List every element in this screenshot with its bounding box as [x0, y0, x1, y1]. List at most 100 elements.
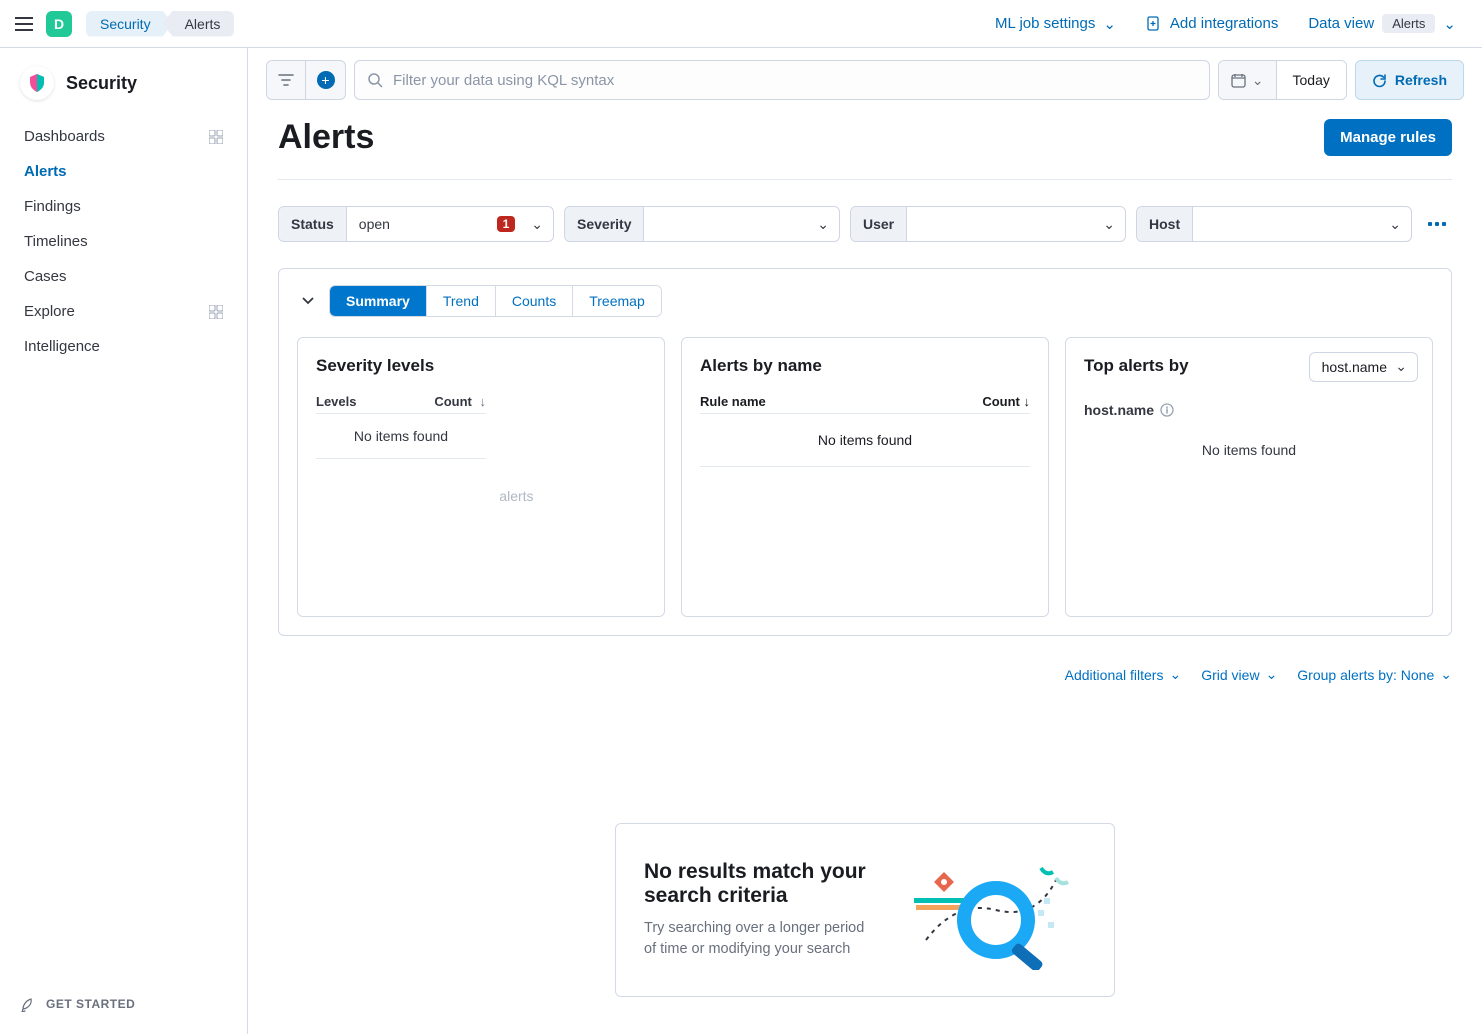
sidebar-item-dashboards[interactable]: Dashboards [14, 120, 233, 153]
byname-panel-title: Alerts by name [700, 356, 1030, 376]
sidebar-item-cases[interactable]: Cases [14, 260, 233, 293]
date-quick-button[interactable]: ⌄ [1219, 61, 1277, 99]
sidebar-item-label: Alerts [24, 163, 67, 180]
grid-icon [209, 305, 223, 319]
byname-empty: No items found [700, 413, 1030, 467]
host-filter[interactable]: Host ⌄ [1136, 206, 1412, 242]
severity-panel-title: Severity levels [316, 356, 646, 376]
manage-rules-button[interactable]: Manage rules [1324, 119, 1452, 156]
host-filter-label: Host [1137, 207, 1193, 241]
plus-document-icon [1146, 16, 1162, 32]
additional-filters-button[interactable]: Additional filters ⌄ [1065, 666, 1182, 683]
filter-icon [278, 73, 294, 87]
shield-icon [28, 73, 46, 93]
col-count[interactable]: Count ↓ [982, 394, 1030, 409]
status-filter[interactable]: Status open 1 ⌄ [278, 206, 554, 242]
tab-treemap[interactable]: Treemap [573, 286, 661, 316]
page-title: Alerts [278, 118, 374, 157]
severity-empty: No items found [316, 413, 486, 459]
sidebar-nav: Dashboards Alerts Findings Timelines Cas… [14, 120, 233, 363]
get-started-label: GET STARTED [46, 997, 135, 1011]
sidebar-item-intelligence[interactable]: Intelligence [14, 330, 233, 363]
refresh-button[interactable]: Refresh [1355, 60, 1464, 100]
severity-filter-label: Severity [565, 207, 644, 241]
filter-options-button[interactable] [266, 60, 306, 100]
search-icon [367, 72, 383, 88]
chevron-down-icon: ⌄ [807, 216, 839, 233]
kql-search-box[interactable] [354, 60, 1210, 100]
top-field-label: host.name [1084, 402, 1154, 418]
page-header: Alerts Manage rules [278, 118, 1452, 180]
chevron-down-icon: ⌄ [1103, 15, 1116, 33]
main-content: + ⌄ Today Refresh Alerts M [248, 48, 1482, 1034]
severity-levels-panel: Severity levels Levels Count ↓ No items … [297, 337, 665, 617]
alerts-by-name-panel: Alerts by name Rule name Count ↓ No item… [681, 337, 1049, 617]
top-alerts-field-select[interactable]: host.name [1309, 352, 1418, 382]
nav-toggle-button[interactable] [12, 12, 36, 36]
kql-search-input[interactable] [393, 72, 1197, 89]
sidebar-item-alerts[interactable]: Alerts [14, 155, 233, 188]
sidebar-item-label: Intelligence [24, 338, 100, 355]
get-started-button[interactable]: GET STARTED [14, 986, 233, 1022]
tab-counts[interactable]: Counts [496, 286, 573, 316]
sidebar-item-explore[interactable]: Explore [14, 295, 233, 328]
byname-table: Rule name Count ↓ No items found [700, 390, 1030, 467]
col-levels[interactable]: Levels [316, 394, 356, 409]
status-filter-label: Status [279, 207, 347, 241]
chart-placeholder-label: alerts [499, 488, 533, 504]
data-view-selector[interactable]: Data view Alerts ⌄ [1298, 8, 1466, 39]
add-filter-button[interactable]: + [306, 60, 346, 100]
ml-job-settings-button[interactable]: ML job settings ⌄ [985, 9, 1126, 39]
add-integrations-button[interactable]: Add integrations [1136, 9, 1288, 38]
chevron-down-icon: ⌄ [1379, 216, 1411, 233]
sidebar-item-timelines[interactable]: Timelines [14, 225, 233, 258]
tab-trend[interactable]: Trend [427, 286, 496, 316]
data-view-value-pill: Alerts [1382, 14, 1435, 33]
sidebar-title: Security [66, 73, 137, 94]
alerts-list-toolbar: Additional filters ⌄ Grid view ⌄ Group a… [278, 636, 1452, 683]
empty-state: No results match your search criteria Tr… [278, 683, 1452, 997]
sort-desc-icon: ↓ [476, 394, 486, 409]
sidebar-item-label: Findings [24, 198, 81, 215]
chevron-down-icon [301, 296, 315, 306]
date-range-label[interactable]: Today [1277, 61, 1346, 99]
data-view-label: Data view [1308, 15, 1374, 32]
ml-job-settings-label: ML job settings [995, 15, 1095, 32]
breadcrumb-security[interactable]: Security [86, 11, 173, 37]
empty-state-desc: Try searching over a longer period of ti… [644, 918, 876, 960]
chevron-down-icon: ⌄ [1266, 666, 1278, 683]
grid-icon [209, 130, 223, 144]
rocket-icon [20, 996, 36, 1012]
status-filter-badge: 1 [497, 216, 516, 232]
group-alerts-button[interactable]: Group alerts by: None ⌄ [1297, 666, 1452, 683]
top-alerts-empty: No items found [1084, 418, 1414, 482]
global-header: D Security Alerts ML job settings ⌄ Add … [0, 0, 1482, 48]
status-filter-value: open [347, 216, 497, 232]
sidebar-item-label: Cases [24, 268, 67, 285]
user-filter[interactable]: User ⌄ [850, 206, 1126, 242]
chevron-down-icon: ⌄ [1169, 666, 1181, 683]
refresh-label: Refresh [1395, 72, 1447, 88]
tab-summary[interactable]: Summary [330, 286, 427, 316]
ellipsis-icon [1428, 221, 1446, 227]
sort-desc-icon: ↓ [1020, 394, 1030, 409]
sidebar-item-findings[interactable]: Findings [14, 190, 233, 223]
more-filters-button[interactable] [1422, 215, 1452, 233]
space-avatar[interactable]: D [46, 11, 72, 37]
severity-filter[interactable]: Severity ⌄ [564, 206, 840, 242]
alert-filters-row: Status open 1 ⌄ Severity ⌄ User ⌄ Host [278, 180, 1452, 242]
sidebar-item-label: Timelines [24, 233, 88, 250]
grid-view-button[interactable]: Grid view ⌄ [1201, 666, 1277, 683]
col-count[interactable]: Count ↓ [434, 394, 486, 409]
query-bar: + ⌄ Today Refresh [248, 48, 1482, 110]
info-icon[interactable] [1160, 403, 1174, 417]
filter-button-group: + [266, 60, 346, 100]
collapse-overview-button[interactable] [297, 290, 325, 312]
date-picker: ⌄ Today [1218, 60, 1347, 100]
hamburger-icon [15, 17, 33, 31]
overview-card: Summary Trend Counts Treemap Severity le… [278, 268, 1452, 636]
col-rule-name[interactable]: Rule name [700, 394, 766, 409]
security-logo [20, 66, 54, 100]
chevron-down-icon: ⌄ [1093, 216, 1125, 233]
sidebar: Security Dashboards Alerts Findings Time… [0, 48, 248, 1034]
